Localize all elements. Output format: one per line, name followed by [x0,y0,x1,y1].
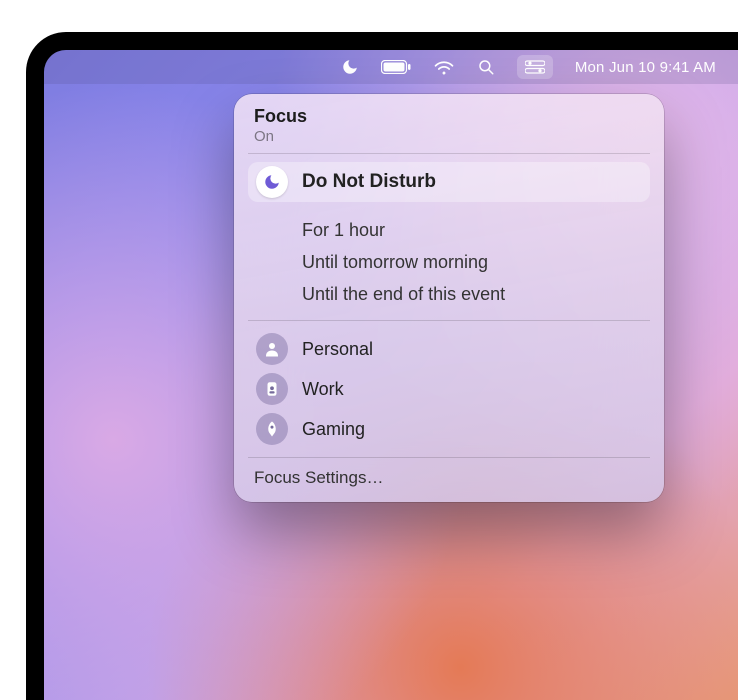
focus-mode-work[interactable]: Work [248,369,650,409]
focus-mode-label: Gaming [302,419,365,440]
focus-popover-status: On [254,128,644,145]
focus-mode-label: Work [302,379,344,400]
focus-popover: Focus On Do Not Disturb For 1 hour [234,94,664,502]
device-frame: Mon Jun 10 9:41 AM Focus On Do Not Distu… [26,32,738,700]
focus-mode-gaming[interactable]: Gaming [248,409,650,449]
focus-menu-icon[interactable] [341,54,359,80]
focus-mode-label: Personal [302,339,373,360]
badge-icon [256,373,288,405]
person-icon [256,333,288,365]
moon-icon [256,166,288,198]
focus-mode-personal[interactable]: Personal [248,329,650,369]
menubar: Mon Jun 10 9:41 AM [44,50,738,84]
spotlight-icon[interactable] [477,54,495,80]
duration-option[interactable]: Until tomorrow morning [248,246,650,278]
battery-icon[interactable] [381,54,411,80]
do-not-disturb-item[interactable]: Do Not Disturb [248,162,650,202]
focus-modes: Personal Work [234,321,664,457]
focus-popover-title: Focus [254,106,644,127]
focus-settings-item[interactable]: Focus Settings… [234,458,664,502]
rocket-icon [256,413,288,445]
duration-label: For 1 hour [302,220,385,241]
focus-popover-header: Focus On [234,94,664,153]
dnd-durations: For 1 hour Until tomorrow morning Until … [234,210,664,320]
desktop-screen: Mon Jun 10 9:41 AM Focus On Do Not Distu… [44,50,738,700]
do-not-disturb-label: Do Not Disturb [302,171,436,193]
focus-settings-label: Focus Settings… [254,468,383,487]
menubar-clock[interactable]: Mon Jun 10 9:41 AM [575,54,716,80]
control-center-icon[interactable] [517,55,553,79]
duration-option[interactable]: For 1 hour [248,214,650,246]
dnd-section: Do Not Disturb [234,154,664,210]
duration-label: Until tomorrow morning [302,252,488,273]
duration-label: Until the end of this event [302,284,505,305]
wifi-icon[interactable] [433,54,455,80]
duration-option[interactable]: Until the end of this event [248,278,650,310]
